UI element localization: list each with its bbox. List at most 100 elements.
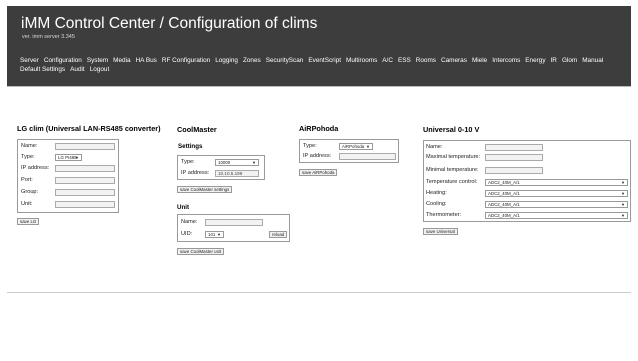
coolmaster-type-value: 10000 bbox=[218, 160, 231, 165]
airpohoda-ip-label: IP address: bbox=[303, 153, 332, 159]
coolmaster-uid-label: UID: bbox=[181, 231, 193, 237]
menu-item-securityscan[interactable]: SecurityScan bbox=[266, 56, 304, 65]
airpohoda-form: Type: AiRPohoda ▼ IP address: bbox=[299, 139, 399, 163]
coolmaster-ip-value: 10.10.5.199 bbox=[218, 171, 243, 176]
lg-form: Name: Type: LG PI485 ▼ IP address: Port: … bbox=[17, 139, 119, 213]
universal-max-temp-input[interactable] bbox=[485, 154, 543, 161]
universal-temp-control-value: ADC2_40M_A/1 bbox=[488, 180, 520, 185]
chevron-down-icon: ▼ bbox=[252, 160, 256, 165]
menu-item-system[interactable]: System bbox=[87, 56, 108, 65]
server-version: ver. imm server 3.345 bbox=[22, 34, 75, 40]
menu-item-energy[interactable]: Energy bbox=[525, 56, 545, 65]
menu-item-zones[interactable]: Zones bbox=[243, 56, 261, 65]
header: iMM Control Center / Configuration of cl… bbox=[7, 6, 631, 86]
universal-cooling-label: Cooling: bbox=[426, 201, 447, 207]
menu-item-logging[interactable]: Logging bbox=[215, 56, 238, 65]
universal-form: Name: Maximal temperature: Minimal tempe… bbox=[423, 140, 631, 222]
coolmaster-name-input[interactable] bbox=[205, 219, 263, 226]
coolmaster-uid-select[interactable]: 101 ▼ bbox=[205, 231, 224, 238]
lg-port-input[interactable] bbox=[55, 177, 115, 184]
save-coolmaster-settings-button[interactable]: save CoolMaster settings bbox=[177, 186, 233, 193]
chevron-down-icon: ▼ bbox=[621, 202, 625, 207]
lg-name-label: Name: bbox=[21, 143, 38, 149]
airpohoda-type-value: AiRPohoda bbox=[342, 144, 365, 149]
universal-heating-label: Heating: bbox=[426, 190, 447, 196]
menu-item-ha-bus[interactable]: HA Bus bbox=[136, 56, 157, 65]
lg-type-value: LG PI485 bbox=[58, 155, 77, 160]
coolmaster-ip-input[interactable]: 10.10.5.199 bbox=[215, 170, 259, 177]
lg-group-label: Group: bbox=[21, 189, 39, 195]
save-airpohoda-button[interactable]: save AiRPohoda bbox=[299, 169, 338, 176]
universal-max-temp-label: Maximal temperature: bbox=[426, 154, 481, 160]
menu-item-logout[interactable]: Logout bbox=[90, 65, 110, 74]
airpohoda-type-select[interactable]: AiRPohoda ▼ bbox=[339, 143, 373, 150]
menu-item-cameras[interactable]: Cameras bbox=[441, 56, 467, 65]
lg-group-input[interactable] bbox=[55, 189, 115, 196]
menu-item-ess[interactable]: ESS bbox=[398, 56, 411, 65]
chevron-down-icon: ▼ bbox=[75, 155, 79, 160]
header-divider bbox=[7, 86, 631, 87]
coolmaster-name-label: Name: bbox=[181, 219, 198, 225]
universal-min-temp-input[interactable] bbox=[485, 167, 543, 174]
lg-name-input[interactable] bbox=[55, 143, 115, 150]
universal-heating-select[interactable]: ADC2_40M_A/1 ▼ bbox=[485, 190, 628, 197]
universal-name-input[interactable] bbox=[485, 144, 543, 151]
coolmaster-type-select[interactable]: 10000 ▼ bbox=[215, 159, 259, 166]
reload-button[interactable]: reload bbox=[269, 231, 288, 238]
page-title: iMM Control Center / Configuration of cl… bbox=[21, 15, 318, 32]
save-universal-button[interactable]: save Universal bbox=[423, 228, 458, 235]
menu-item-media[interactable]: Media bbox=[113, 56, 130, 65]
coolmaster-settings-heading: Settings bbox=[178, 143, 203, 150]
menu-item-eventscript[interactable]: EventScript bbox=[308, 56, 341, 65]
menu-item-glom[interactable]: Glom bbox=[562, 56, 577, 65]
universal-min-temp-label: Minimal temperature: bbox=[426, 167, 479, 173]
universal-thermometer-label: Thermometer: bbox=[426, 212, 462, 218]
menu-item-rf-configuration[interactable]: RF Configuration bbox=[162, 56, 210, 65]
save-coolmaster-unit-button[interactable]: save CoolMaster unit bbox=[177, 248, 225, 255]
universal-temp-control-select[interactable]: ADC2_40M_A/1 ▼ bbox=[485, 179, 628, 186]
coolmaster-heading: CoolMaster bbox=[177, 125, 217, 134]
chevron-down-icon: ▼ bbox=[621, 213, 625, 218]
lg-type-label: Type: bbox=[21, 154, 35, 160]
universal-heating-value: ADC2_40M_A/1 bbox=[488, 191, 520, 196]
lg-unit-label: Unit: bbox=[21, 201, 33, 207]
menu-item-server[interactable]: Server bbox=[20, 56, 39, 65]
universal-name-label: Name: bbox=[426, 144, 443, 150]
universal-heading: Universal 0-10 V bbox=[423, 125, 480, 134]
coolmaster-type-label: Type: bbox=[181, 159, 195, 165]
chevron-down-icon: ▼ bbox=[621, 191, 625, 196]
airpohoda-ip-input[interactable] bbox=[339, 153, 396, 160]
lg-port-label: Port: bbox=[21, 177, 33, 183]
menu-item-a-c[interactable]: A/C bbox=[382, 56, 393, 65]
universal-thermometer-select[interactable]: ADC2_40M_A/1 ▼ bbox=[485, 212, 628, 219]
coolmaster-uid-value: 101 bbox=[208, 232, 216, 237]
main-menu: Server Configuration System Media HA Bus RF C… bbox=[20, 56, 630, 74]
lg-ip-label: IP address: bbox=[21, 165, 50, 171]
menu-item-multirooms[interactable]: Multirooms bbox=[346, 56, 377, 65]
page: iMM Control Center / Configuration of cl… bbox=[0, 0, 638, 361]
universal-cooling-value: ADC2_40M_A/1 bbox=[488, 202, 520, 207]
menu-item-default-settings[interactable]: Default Settings bbox=[20, 65, 65, 74]
lg-ip-input[interactable] bbox=[55, 165, 115, 172]
coolmaster-ip-label: IP address: bbox=[181, 170, 210, 176]
menu-item-audit[interactable]: Audit bbox=[70, 65, 85, 74]
menu-item-intercoms[interactable]: Intercoms bbox=[492, 56, 520, 65]
chevron-down-icon: ▼ bbox=[621, 180, 625, 185]
airpohoda-heading: AiRPohoda bbox=[299, 124, 339, 133]
menu-item-rooms[interactable]: Rooms bbox=[416, 56, 436, 65]
menu-item-configuration[interactable]: Configuration bbox=[44, 56, 82, 65]
universal-temp-control-label: Temperature control: bbox=[426, 179, 478, 185]
coolmaster-settings-form: Type: 10000 ▼ IP address: 10.10.5.199 bbox=[177, 155, 265, 180]
menu-item-miele[interactable]: Miele bbox=[472, 56, 487, 65]
lg-type-select[interactable]: LG PI485 ▼ bbox=[55, 154, 82, 161]
coolmaster-unit-form: Name: UID: 101 ▼ reload bbox=[177, 214, 290, 242]
chevron-down-icon: ▼ bbox=[217, 232, 221, 237]
universal-thermometer-value: ADC2_40M_A/1 bbox=[488, 213, 520, 218]
lg-unit-input[interactable] bbox=[55, 201, 115, 208]
universal-cooling-select[interactable]: ADC2_40M_A/1 ▼ bbox=[485, 201, 628, 208]
menu-item-manual[interactable]: Manual bbox=[582, 56, 603, 65]
save-lg-button[interactable]: save LG bbox=[17, 218, 40, 225]
airpohoda-type-label: Type: bbox=[303, 143, 317, 149]
page-divider bbox=[7, 292, 631, 293]
menu-item-ir[interactable]: IR bbox=[551, 56, 557, 65]
